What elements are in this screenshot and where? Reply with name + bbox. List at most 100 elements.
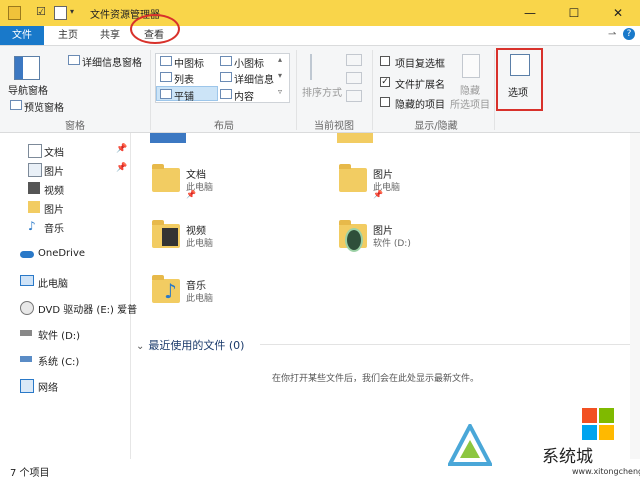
layout-content[interactable]: 内容: [234, 88, 254, 103]
nav-item-pictures-folder[interactable]: 图片: [0, 198, 130, 216]
help-icon[interactable]: ?: [623, 28, 635, 40]
navigation-pane: 文档 📌 图片 📌 视频 图片 ♪ 音乐 OneDrive 此电脑 DVD 驱动…: [0, 133, 137, 459]
details-pane-icon[interactable]: [68, 55, 80, 65]
layout-group-label: 布局: [214, 121, 234, 132]
pin-icon: 📌: [186, 190, 196, 199]
list-icon: [160, 72, 172, 82]
tile-pictures[interactable]: 图片 此电脑 📌: [337, 160, 507, 210]
dvd-icon: [20, 301, 34, 315]
layout-details[interactable]: 详细信息: [234, 71, 274, 86]
tile-documents[interactable]: 文档 此电脑 📌: [150, 160, 320, 210]
new-folder-icon[interactable]: [54, 6, 67, 20]
pin-icon: 📌: [116, 144, 128, 154]
title-bar: ☑ ▾ 文件资源管理器 — ☐ ✕: [0, 0, 640, 26]
item-count: 7 个项目: [10, 468, 50, 479]
nav-item-music[interactable]: ♪ 音乐: [0, 217, 130, 235]
hidden-items-checkbox[interactable]: [380, 97, 390, 107]
watermark-text: 系统城: [542, 447, 593, 467]
nav-pane-icon[interactable]: [14, 56, 40, 80]
hidden-items-label: 隐藏的项目: [395, 100, 445, 111]
item-checkboxes-label: 项目复选框: [395, 59, 445, 70]
file-extensions-label: 文件扩展名: [395, 80, 445, 91]
tile-pictures-d[interactable]: 图片 软件 (D:): [337, 216, 507, 266]
size-columns-icon: [346, 90, 362, 102]
separator: [494, 50, 495, 130]
pictures-folder-icon: [337, 218, 371, 252]
recent-divider: [260, 344, 632, 345]
vertical-scrollbar[interactable]: [630, 133, 640, 459]
nav-pane-button[interactable]: 导航窗格: [8, 82, 48, 97]
picture-icon: [28, 163, 42, 177]
layout-tiles[interactable]: 平铺: [174, 88, 194, 103]
hide-selected-button[interactable]: 所选项目: [450, 96, 490, 111]
details-icon: [220, 72, 232, 82]
partial-folder-icon: [337, 133, 373, 143]
video-icon: [28, 182, 40, 194]
hide-selected-icon[interactable]: [462, 54, 480, 78]
item-checkboxes-checkbox[interactable]: [380, 56, 390, 66]
watermark-url: www.xitongcheng.com: [572, 467, 640, 476]
sort-by-button[interactable]: 排序方式: [302, 84, 342, 99]
options-highlight: [496, 48, 543, 111]
pin-icon: 📌: [373, 190, 383, 199]
maximize-button[interactable]: ☐: [552, 0, 596, 26]
file-extensions-checkbox[interactable]: ✓: [380, 77, 390, 87]
scroll-up-icon[interactable]: ▴: [278, 55, 282, 64]
system-drive-icon: [20, 356, 32, 362]
properties-icon[interactable]: ☑: [36, 6, 47, 18]
pictures-folder-icon: [337, 162, 371, 194]
nav-item-this-pc[interactable]: 此电脑: [0, 272, 130, 290]
small-icons-icon: [220, 56, 232, 66]
documents-folder-icon: [150, 162, 184, 194]
current-view-group-label: 当前视图: [314, 121, 354, 132]
preview-pane-button[interactable]: 预览窗格: [24, 99, 64, 114]
partial-folder-icon: [150, 133, 186, 143]
content-icon: [220, 89, 232, 99]
medium-icons-icon: [160, 56, 172, 66]
ribbon: 导航窗格 详细信息窗格 预览窗格 窗格 中图标 小图标 列表 详细信息 平铺 内…: [0, 46, 640, 133]
tab-home[interactable]: 主页: [54, 26, 82, 45]
quick-access-chevron-icon[interactable]: ▾: [70, 6, 81, 18]
tab-share[interactable]: 共享: [96, 26, 124, 45]
minimize-button[interactable]: —: [508, 0, 552, 26]
layout-medium-icons[interactable]: 中图标: [174, 55, 204, 70]
tile-videos[interactable]: 视频 此电脑: [150, 216, 320, 266]
nav-item-videos[interactable]: 视频: [0, 179, 130, 197]
nav-item-drive-c[interactable]: 系统 (C:): [0, 350, 130, 368]
scroll-down-icon[interactable]: ▾: [278, 71, 282, 80]
nav-item-network[interactable]: 网络: [0, 376, 130, 394]
layout-small-icons[interactable]: 小图标: [234, 55, 264, 70]
drive-icon: [20, 330, 32, 336]
close-button[interactable]: ✕: [596, 0, 640, 26]
separator: [372, 50, 373, 130]
computer-icon: [20, 275, 34, 286]
pin-ribbon-icon[interactable]: ⇀: [608, 29, 616, 40]
nav-item-drive-d[interactable]: 软件 (D:): [0, 324, 130, 342]
folder-icon[interactable]: [8, 6, 21, 20]
nav-item-pictures[interactable]: 图片 📌: [0, 160, 130, 178]
nav-item-onedrive[interactable]: OneDrive: [0, 245, 130, 263]
details-pane-button[interactable]: 详细信息窗格: [82, 54, 142, 69]
nav-item-documents[interactable]: 文档 📌: [0, 141, 130, 159]
pin-icon: 📌: [116, 163, 128, 173]
expand-gallery-icon[interactable]: ▿: [278, 87, 282, 96]
separator: [296, 50, 297, 130]
watermark-logo: [446, 421, 494, 468]
nav-item-dvd-drive[interactable]: DVD 驱动器 (E:) 爱普: [0, 298, 137, 316]
sort-by-icon[interactable]: [310, 54, 334, 80]
recent-empty-message: 在你打开某些文件后，我们会在此处显示最新文件。: [272, 374, 480, 384]
recent-files-header[interactable]: ⌄ 最近使用的文件 (0): [136, 337, 436, 353]
document-icon: [28, 144, 42, 158]
recent-files-title: 最近使用的文件 (0): [148, 339, 245, 352]
group-by-icon: [346, 54, 362, 66]
music-folder-icon: ♪: [150, 273, 184, 305]
tab-file[interactable]: 文件: [0, 26, 44, 45]
folder-icon: [28, 201, 40, 213]
chevron-down-icon[interactable]: ⌄: [136, 341, 144, 352]
preview-pane-icon[interactable]: [10, 100, 22, 110]
add-columns-icon: [346, 72, 362, 84]
tile-music[interactable]: ♪ 音乐 此电脑: [150, 271, 320, 321]
hide-button[interactable]: 隐藏: [460, 82, 480, 97]
layout-list[interactable]: 列表: [174, 71, 194, 86]
videos-folder-icon: [150, 218, 184, 250]
